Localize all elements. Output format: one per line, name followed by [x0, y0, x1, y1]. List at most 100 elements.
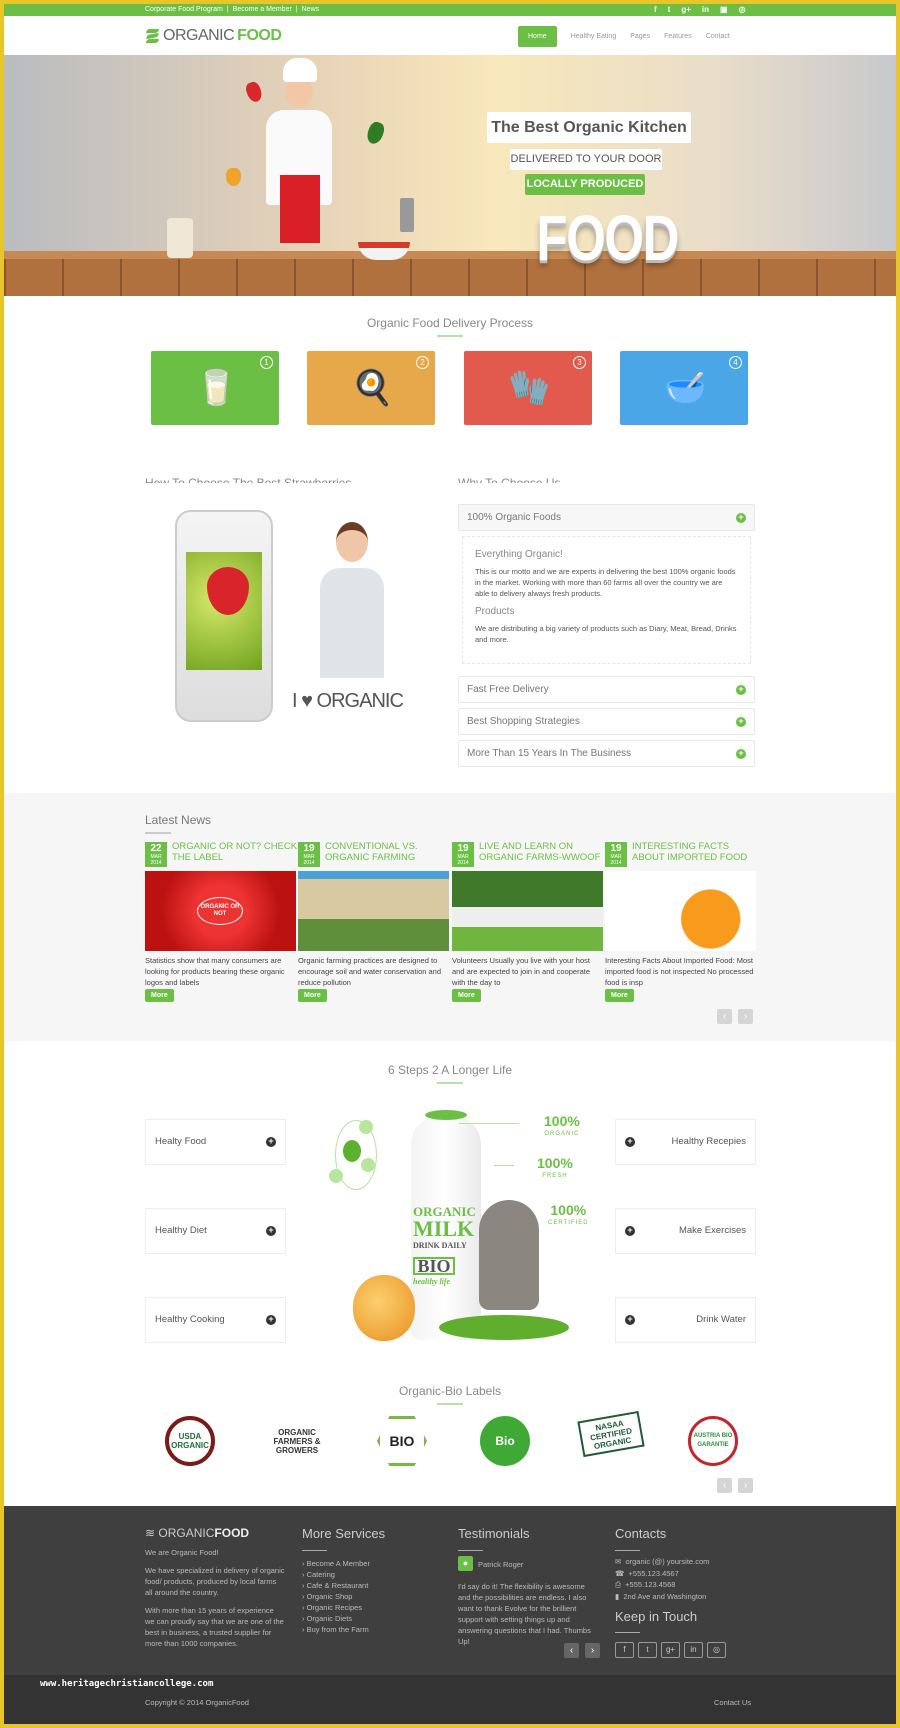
testimonial-author: Patrick Roger — [478, 1560, 524, 1569]
accordion-shopping-strategies[interactable]: Best Shopping Strategies + — [458, 708, 755, 735]
nav-healthy-eating[interactable]: Healthy Eating — [571, 33, 617, 40]
service-link[interactable]: › Organic Shop — [302, 1591, 370, 1602]
logo[interactable]: ORGANIC FOOD — [145, 27, 282, 45]
date-day: 22 — [150, 843, 162, 854]
hero-subline: DELIVERED TO YOUR DOOR — [510, 149, 662, 170]
accordion-15-years[interactable]: More Than 15 Years In The Business + — [458, 740, 755, 767]
accordion-label: More Than 15 Years In The Business — [467, 748, 632, 759]
dribbble-icon[interactable]: ◎ — [739, 5, 746, 14]
process-step-1[interactable]: 1 🥛 — [151, 351, 279, 425]
accordion-label: 100% Organic Foods — [467, 512, 561, 523]
news-prev-button[interactable]: ‹ — [717, 1009, 732, 1024]
title-underline — [145, 832, 171, 834]
linkedin-icon[interactable]: in — [702, 5, 709, 14]
accordion-fast-delivery[interactable]: Fast Free Delivery + — [458, 676, 755, 703]
google-plus-icon[interactable]: g+ — [661, 1642, 680, 1658]
news-title: Latest News — [145, 813, 212, 827]
dribbble-icon[interactable]: ◎ — [707, 1642, 726, 1658]
service-link[interactable]: › Organic Diets — [302, 1613, 370, 1624]
organic-label-logo[interactable]: USDA ORGANIC — [165, 1416, 215, 1466]
twitter-icon[interactable]: t — [638, 1642, 657, 1658]
nav-home[interactable]: Home — [518, 26, 557, 47]
more-button[interactable]: More — [298, 989, 327, 1002]
more-button[interactable]: More — [605, 989, 634, 1002]
facebook-icon[interactable]: f — [615, 1642, 634, 1658]
leaf-logo-icon — [145, 27, 160, 45]
news-next-button[interactable]: › — [738, 1009, 753, 1024]
more-button[interactable]: More — [452, 989, 481, 1002]
service-link[interactable]: › Cafe & Restaurant — [302, 1580, 370, 1591]
badge-label: ORGANIC — [544, 1131, 580, 1137]
news-image[interactable] — [605, 871, 756, 951]
service-link[interactable]: › Become A Member — [302, 1558, 370, 1569]
organic-label-logo[interactable]: NASAA CERTIFIED ORGANIC — [577, 1410, 645, 1458]
contact-fax: +555.123.4568 — [625, 1580, 676, 1589]
nav-contact[interactable]: Contact — [706, 33, 730, 40]
step-box-left[interactable]: Healty Food + — [145, 1119, 286, 1165]
news-image[interactable] — [452, 871, 603, 951]
accordion-label: Fast Free Delivery — [467, 684, 549, 695]
date-year: 2014 — [610, 860, 622, 866]
green-pepper-image — [364, 120, 387, 146]
organic-label-logo[interactable]: AUSTRIA BIO GARANTIE — [688, 1416, 738, 1466]
accordion-organic-foods[interactable]: 100% Organic Foods + — [458, 504, 755, 531]
step-number: 1 — [260, 356, 273, 369]
date-badge: 22 MAR 2014 — [145, 842, 167, 867]
steps-title: 6 Steps 2 A Longer Life — [387, 1063, 513, 1077]
service-link[interactable]: › Catering — [302, 1569, 370, 1580]
more-button[interactable]: More — [145, 989, 174, 1002]
news-title-link[interactable]: INTERESTING FACTS ABOUT IMPORTED FOOD — [632, 841, 758, 863]
nav-features[interactable]: Features — [664, 33, 692, 40]
process-step-2[interactable]: 2 🍳 — [307, 351, 435, 425]
hero-headline: The Best Organic Kitchen — [487, 112, 691, 143]
testimonial-prev-button[interactable]: ‹ — [564, 1643, 579, 1658]
testimonial-next-button[interactable]: › — [585, 1643, 600, 1658]
nav-pages[interactable]: Pages — [630, 33, 650, 40]
organic-milk-illustration: ORGANIC MILK DRINK DAILY BIO healthy lif… — [329, 1110, 599, 1350]
accordion-label: Best Shopping Strategies — [467, 716, 580, 727]
footer-bottom-bar: www.heritagechristiancollege.com Copyrig… — [4, 1675, 896, 1724]
step-label: Healthy Cooking — [155, 1314, 225, 1325]
step-box-right[interactable]: + Drink Water — [615, 1297, 756, 1343]
process-step-3[interactable]: 3 🧤 — [464, 351, 592, 425]
services-heading: More Services — [302, 1526, 386, 1541]
youtube-icon[interactable]: ▣ — [720, 5, 728, 14]
step-box-left[interactable]: Healthy Cooking + — [145, 1297, 286, 1343]
service-link[interactable]: › Buy from the Farm — [302, 1624, 370, 1635]
organic-label-logo[interactable]: BIO — [377, 1416, 427, 1466]
testimonials-heading: Testimonials — [458, 1526, 530, 1541]
facebook-icon[interactable]: f — [654, 5, 657, 14]
logo-text-bold: FOOD — [214, 1526, 250, 1540]
footer-logo[interactable]: ≋ ORGANICFOOD — [145, 1526, 250, 1540]
badge-percent: 100% — [550, 1202, 587, 1218]
linkedin-icon[interactable]: in — [684, 1642, 703, 1658]
organic-label-logo[interactable]: Bio — [480, 1416, 530, 1466]
step-box-left[interactable]: Healthy Diet + — [145, 1208, 286, 1254]
badge-label: FRESH — [542, 1173, 568, 1179]
contact-us-link[interactable]: Contact Us — [714, 1698, 751, 1707]
organic-label-logo[interactable]: ORGANIC FARMERS & GROWERS — [272, 1416, 322, 1466]
service-link-label: Organic Shop — [306, 1592, 353, 1601]
step-box-right[interactable]: + Make Exercises — [615, 1208, 756, 1254]
chef-hat — [283, 58, 317, 82]
title-underline — [437, 335, 463, 337]
news-title-link[interactable]: CONVENTIONAL VS. ORGANIC FARMING — [325, 841, 451, 863]
news-title-link[interactable]: ORGANIC OR NOT? CHECK THE LABEL — [172, 841, 298, 863]
google-plus-icon[interactable]: g+ — [681, 5, 691, 14]
top-link-member[interactable]: Become a Member — [233, 6, 292, 13]
contact-email[interactable]: organic (@) yoursite.com — [625, 1557, 709, 1566]
news-image[interactable]: ORGANIC OR NOT — [145, 871, 296, 951]
top-link-news[interactable]: News — [302, 6, 320, 13]
grass-image — [439, 1315, 569, 1340]
chef-apron — [280, 175, 320, 243]
process-step-4[interactable]: 4 🥣 — [620, 351, 748, 425]
labels-prev-button[interactable]: ‹ — [717, 1478, 732, 1493]
step-box-right[interactable]: + Healthy Recepies — [615, 1119, 756, 1165]
labels-next-button[interactable]: › — [738, 1478, 753, 1493]
top-link-corporate[interactable]: Corporate Food Program — [145, 6, 223, 13]
news-image[interactable] — [298, 871, 449, 951]
twitter-icon[interactable]: t — [668, 5, 671, 14]
service-link[interactable]: › Organic Recipes — [302, 1602, 370, 1613]
news-title-link[interactable]: LIVE AND LEARN ON ORGANIC FARMS-WWOOF — [479, 841, 605, 863]
woman-image — [304, 518, 400, 678]
